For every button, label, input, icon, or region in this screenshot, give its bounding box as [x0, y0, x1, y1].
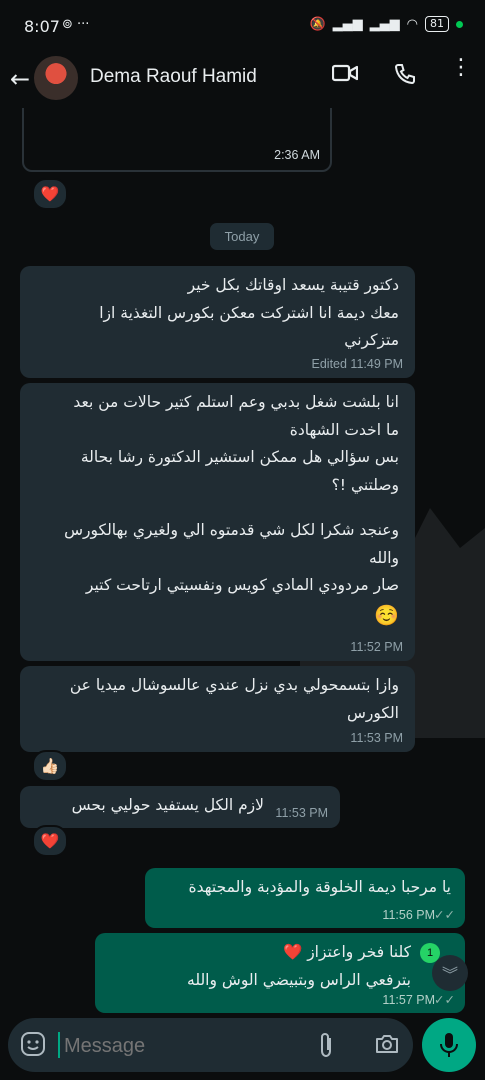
message-line: بس سؤالي هل ممكن استشير الدكتورة رشا بحا…	[80, 448, 399, 466]
message-time: Edited 11:49 PM	[311, 357, 404, 371]
signal-icon-2: ▂▄▆	[369, 16, 400, 32]
back-arrow-icon[interactable]: ←	[10, 65, 30, 93]
message-line: وازا بتسمحولي بدي نزل عندي عالسوشال ميدي…	[69, 676, 399, 694]
camera-icon[interactable]	[374, 1033, 400, 1059]
chat-header: ← Dema Raouf Hamid ⋮	[0, 50, 485, 108]
privacy-dot	[456, 20, 463, 28]
message-line: بترفعي الراس وبتبيضي الوش والله	[187, 970, 411, 989]
message-time: 11:53 PM	[275, 806, 328, 820]
emoji-sticker-icon[interactable]	[20, 1031, 46, 1061]
message-line: معك ديمة انا اشتركت معكن بكورس التغذية ا…	[99, 303, 399, 322]
whatsapp-status-icon: ⊚ ···	[62, 17, 90, 32]
message-line: والله	[369, 548, 399, 567]
status-icons: 🔕 ▂▄▆ ▂▄▆ ◠ 81	[309, 16, 463, 32]
message-line: انا بلشت شغل بدبي وعم استلم كتير حالات م…	[73, 393, 399, 411]
attach-paperclip-icon[interactable]	[316, 1031, 336, 1065]
message-bubble[interactable]: لازم الكل يستفيد حوليي بحس 11:53 PM	[20, 786, 340, 828]
chevron-double-down-icon: ︾	[441, 965, 458, 984]
message-line: ما اخدت الشهادة	[289, 420, 399, 439]
avatar[interactable]	[34, 56, 78, 100]
message-bubble-media[interactable]: 2:36 AM	[22, 108, 332, 172]
message-time: 11:52 PM	[350, 640, 403, 654]
message-bubble-outgoing[interactable]: يا مرحبا ديمة الخلوقة والمؤدبة والمجتهدة…	[145, 868, 465, 928]
message-composer	[8, 1018, 413, 1072]
message-input[interactable]	[62, 1028, 296, 1064]
double-check-icon: ✓✓	[434, 993, 455, 1007]
reaction-heart-icon[interactable]: ❤️	[32, 178, 68, 210]
message-time: 11:57 PM	[382, 993, 435, 1007]
status-time: 8:07	[24, 17, 60, 36]
message-bubble[interactable]: دكتور قتيبة يسعد اوقاتك بكل خير معك ديمة…	[20, 266, 415, 378]
contact-name[interactable]: Dema Raouf Hamid	[90, 66, 257, 88]
date-divider: Today	[210, 223, 274, 250]
message-bubble[interactable]: وازا بتسمحولي بدي نزل عندي عالسوشال ميدي…	[20, 666, 415, 752]
unread-count-badge: 1	[420, 943, 440, 963]
message-line: دكتور قتيبة يسعد اوقاتك بكل خير	[187, 276, 399, 294]
text-cursor	[58, 1032, 60, 1058]
voice-record-button[interactable]	[422, 1018, 476, 1072]
battery-indicator: 81	[425, 16, 449, 32]
scroll-down-button[interactable]: ︾	[432, 955, 468, 991]
message-line: لازم الكل يستفيد حوليي بحس	[71, 796, 264, 814]
reaction-heart-icon[interactable]: ❤️	[32, 825, 68, 857]
double-check-icon: ✓✓	[434, 908, 455, 922]
message-bubble[interactable]: انا بلشت شغل بدبي وعم استلم كتير حالات م…	[20, 383, 415, 661]
message-line: وصلتني !؟	[331, 475, 399, 494]
mute-icon: 🔕	[309, 16, 326, 32]
chat-area[interactable]: 2:36 AM ❤️ Today دكتور قتيبة يسعد اوقاتك…	[0, 108, 485, 1013]
message-line: متزكرني	[344, 331, 399, 349]
microphone-icon	[440, 1033, 458, 1057]
smile-emoji: ☺️	[374, 602, 399, 627]
message-time: 11:53 PM	[350, 731, 403, 745]
message-line: يا مرحبا ديمة الخلوقة والمؤدبة والمجتهدة	[188, 878, 451, 896]
status-bar: 8:07 ⊚ ··· 🔕 ▂▄▆ ▂▄▆ ◠ 81	[0, 0, 485, 50]
voice-call-icon[interactable]	[393, 62, 417, 92]
signal-icon: ▂▄▆	[332, 16, 363, 32]
message-line: صار مردودي المادي كويس ونفسيتي ارتاحت كت…	[85, 576, 399, 594]
message-line-blank	[36, 499, 399, 517]
message-time: 2:36 AM	[274, 148, 320, 162]
message-line: وعنجد شكرا لكل شي قدمتوه الي ولغيري بهال…	[64, 521, 399, 539]
reaction-thumbs-up-icon[interactable]: 👍🏻	[32, 750, 68, 782]
message-line: الكورس	[346, 703, 399, 722]
message-time: 11:56 PM	[382, 908, 435, 922]
message-line: كلنا فخر واعتزاز ❤️	[282, 943, 411, 961]
wifi-icon: ◠	[406, 16, 418, 32]
more-options-icon[interactable]: ⋮	[450, 57, 472, 79]
message-bubble-outgoing[interactable]: كلنا فخر واعتزاز ❤️ بترفعي الراس وبتبيضي…	[95, 933, 465, 1013]
video-call-icon[interactable]	[331, 62, 359, 90]
